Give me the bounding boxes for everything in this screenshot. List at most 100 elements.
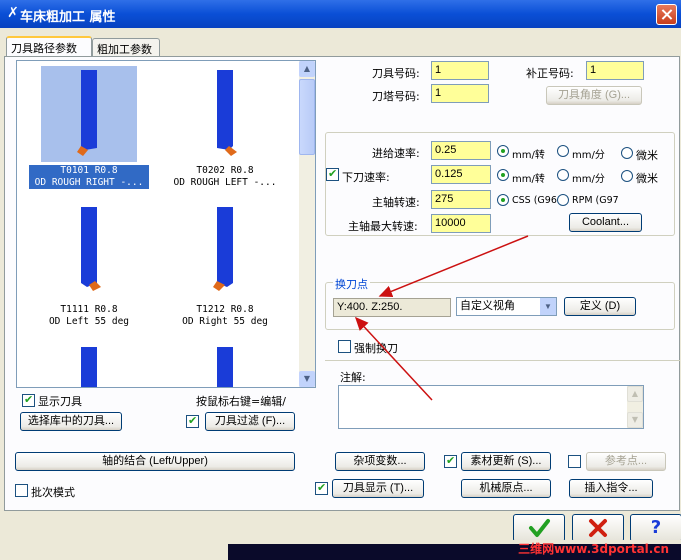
show-tool-label: 显示刀具	[38, 395, 82, 408]
tool-image-partial	[217, 347, 233, 387]
misc-vars-button[interactable]: 杂项变数...	[335, 452, 425, 471]
title-bar: ✗ 车床粗加工 属性	[0, 0, 681, 28]
tool-item[interactable]: T0101 R0.8 OD ROUGH RIGHT -...	[29, 165, 149, 189]
tool-change-coords: Y:400. Z:250.	[333, 298, 451, 317]
scroll-down-icon[interactable]: ▼	[299, 371, 315, 387]
tool-image-t0101	[77, 70, 97, 156]
machine-origin-button[interactable]: 机械原点...	[461, 479, 551, 498]
plunge-rate-label: 下刀速率:	[342, 171, 390, 184]
stock-update-checkbox[interactable]	[444, 454, 457, 468]
tool-image-partial	[81, 347, 97, 387]
coolant-button[interactable]: Coolant...	[569, 213, 642, 232]
rpm-label: RPM (G97	[572, 195, 619, 206]
tool-name: T1212 R0.8	[196, 304, 254, 315]
tool-name: T1111 R0.8	[60, 304, 118, 315]
feed-mm-rev-radio[interactable]	[497, 145, 509, 157]
plunge-mm-min-label: mm/分	[572, 174, 605, 185]
tool-image-t1212	[213, 207, 233, 291]
select-library-tool-button[interactable]: 选择库中的刀具...	[20, 412, 122, 431]
plunge-micro-label: 微米	[636, 172, 658, 185]
css-label: CSS (G96	[512, 195, 557, 206]
tool-desc: OD ROUGH RIGHT -...	[29, 177, 149, 189]
comment-scrollbar[interactable]: ▲ ▼	[627, 386, 643, 428]
tool-desc: OD Left 55 deg	[48, 316, 130, 327]
scroll-up-icon[interactable]: ▲	[627, 386, 643, 402]
feed-rate-field[interactable]: 0.25	[431, 141, 491, 160]
plunge-rate-field[interactable]: 0.125	[431, 165, 491, 184]
force-tool-change-checkbox[interactable]	[338, 340, 351, 353]
show-tool-checkbox[interactable]	[22, 393, 35, 407]
right-click-hint: 按鼠标右键=编辑/	[196, 395, 286, 408]
tool-display-checkbox[interactable]	[315, 481, 328, 495]
ref-point-checkbox[interactable]	[568, 455, 581, 468]
tool-number-field[interactable]: 1	[431, 61, 489, 80]
comment-label: 注解:	[340, 371, 366, 384]
plunge-micro-radio[interactable]	[621, 170, 633, 182]
turret-number-label: 刀塔号码:	[372, 90, 420, 103]
tool-angle-button[interactable]: 刀具角度 (G)...	[546, 86, 642, 105]
tool-display-button[interactable]: 刀具显示 (T)...	[332, 479, 424, 498]
offset-number-field[interactable]: 1	[586, 61, 644, 80]
tool-change-label: 换刀点	[333, 276, 370, 292]
scroll-down-icon[interactable]: ▼	[627, 412, 643, 428]
plunge-mm-rev-radio[interactable]	[497, 169, 509, 181]
tool-name: T0202 R0.8	[196, 165, 254, 176]
tool-desc: OD ROUGH LEFT -...	[173, 177, 277, 188]
tool-filter-checkbox[interactable]	[186, 414, 199, 428]
ref-point-button[interactable]: 参考点...	[586, 452, 666, 471]
ok-button[interactable]	[513, 514, 565, 542]
view-select-value: 自定义视角	[460, 300, 515, 312]
plunge-mm-min-radio[interactable]	[557, 169, 569, 181]
tab-rough-params[interactable]: 粗加工参数	[92, 38, 160, 57]
feed-mm-min-label: mm/分	[572, 150, 605, 161]
define-button[interactable]: 定义 (D)	[564, 297, 636, 316]
tool-item[interactable]: T1111 R0.8 OD Left 55 deg	[29, 304, 149, 328]
feed-mm-rev-label: mm/转	[512, 150, 545, 161]
insert-command-button[interactable]: 插入指令...	[569, 479, 653, 498]
feed-mm-min-radio[interactable]	[557, 145, 569, 157]
tool-item[interactable]: T0202 R0.8 OD ROUGH LEFT -...	[165, 165, 285, 189]
view-select[interactable]: 自定义视角 ▼	[456, 297, 557, 316]
chevron-down-icon[interactable]: ▼	[540, 298, 556, 315]
batch-mode-label: 批次模式	[31, 486, 75, 499]
feed-micro-label: 微米	[636, 149, 658, 162]
help-button[interactable]: ?	[630, 514, 681, 542]
rpm-radio[interactable]	[557, 194, 569, 206]
tool-name: T0101 R0.8	[29, 165, 149, 177]
batch-mode-checkbox[interactable]	[15, 484, 28, 497]
feed-rate-label: 进给速率:	[372, 147, 420, 160]
watermark: 三维网www.3dportal.cn	[518, 542, 669, 556]
spindle-speed-label: 主轴转速:	[372, 196, 420, 209]
tab-toolpath-params[interactable]: 刀具路径参数	[6, 36, 92, 57]
window-title: 车床粗加工 属性	[20, 10, 116, 25]
question-icon: ?	[650, 517, 662, 538]
comment-textarea[interactable]: ▲ ▼	[338, 385, 644, 429]
feed-micro-radio[interactable]	[621, 147, 633, 159]
tool-image-t0202	[217, 70, 237, 156]
scroll-thumb[interactable]	[299, 79, 315, 155]
plunge-mm-rev-label: mm/转	[512, 174, 545, 185]
close-button[interactable]	[656, 4, 677, 25]
force-tool-change-label: 强制换刀	[354, 342, 398, 355]
x-icon	[589, 519, 607, 537]
tool-item[interactable]: T1212 R0.8 OD Right 55 deg	[165, 304, 285, 328]
scroll-up-icon[interactable]: ▲	[299, 61, 315, 77]
tool-list[interactable]: T0101 R0.8 OD ROUGH RIGHT -... T0202 R0.…	[16, 60, 316, 388]
tool-image-t1111	[81, 207, 101, 291]
tool-list-scrollbar[interactable]: ▲ ▼	[299, 61, 315, 387]
max-spindle-label: 主轴最大转速:	[348, 220, 418, 233]
offset-number-label: 补正号码:	[526, 67, 574, 80]
axis-combo-button[interactable]: 轴的结合 (Left/Upper)	[15, 452, 295, 471]
turret-number-field[interactable]: 1	[431, 84, 489, 103]
css-radio[interactable]	[497, 194, 509, 206]
separator	[325, 360, 680, 361]
tool-number-label: 刀具号码:	[372, 67, 420, 80]
check-icon	[529, 519, 550, 537]
tool-desc: OD Right 55 deg	[182, 316, 268, 327]
plunge-rate-checkbox[interactable]	[326, 167, 339, 181]
cancel-button[interactable]	[572, 514, 624, 542]
tool-filter-button[interactable]: 刀具过滤 (F)...	[205, 412, 295, 431]
spindle-speed-field[interactable]: 275	[431, 190, 491, 209]
stock-update-button[interactable]: 素材更新 (S)...	[461, 452, 551, 471]
max-spindle-field[interactable]: 10000	[431, 214, 491, 233]
